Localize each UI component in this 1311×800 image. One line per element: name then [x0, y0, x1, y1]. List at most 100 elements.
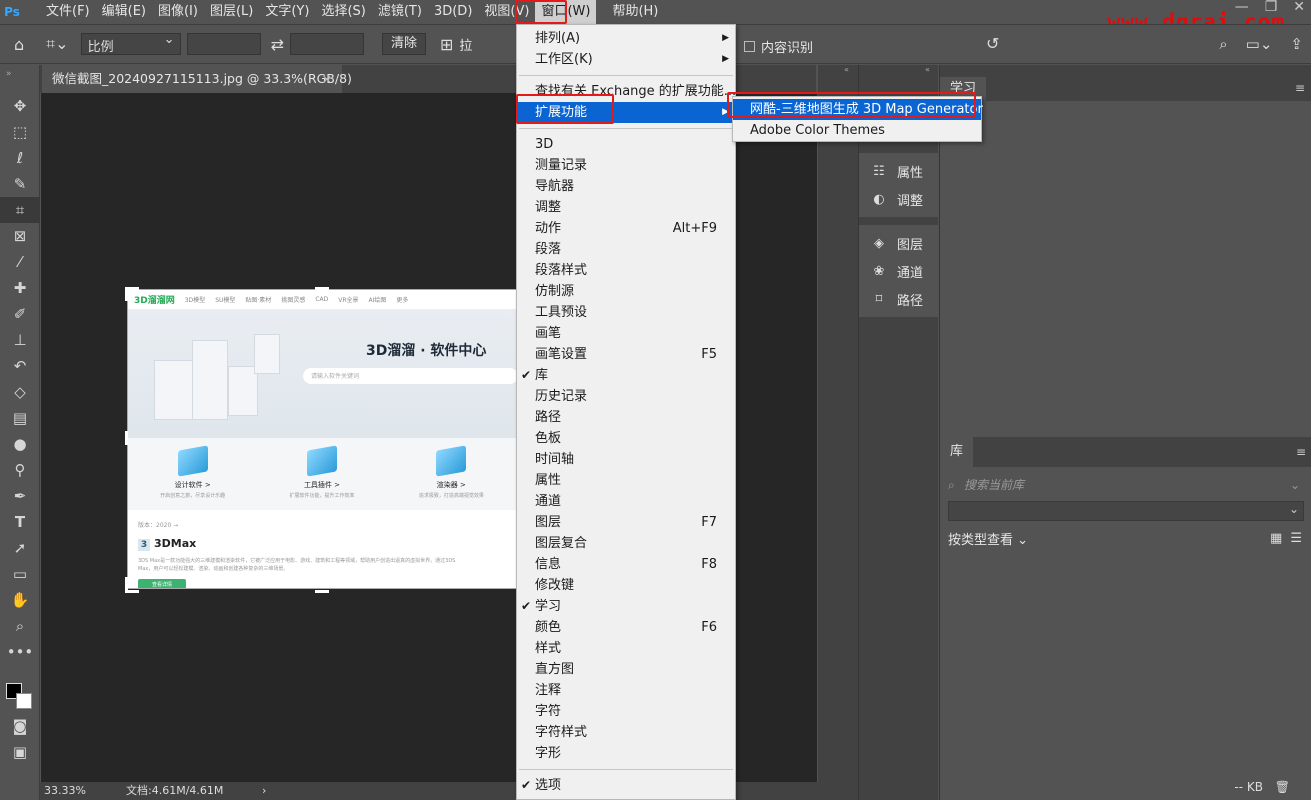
- move-tool-icon[interactable]: ✥: [0, 93, 40, 119]
- window-menu-item[interactable]: 查找有关 Exchange 的扩展功能...: [517, 81, 735, 102]
- window-menu-item[interactable]: 样式: [517, 638, 735, 659]
- toolbox-collapse-icon[interactable]: »: [0, 65, 39, 93]
- workspace-icon[interactable]: ▭⌄: [1246, 35, 1273, 53]
- menu-filter[interactable]: 滤镜(T): [372, 0, 428, 24]
- rectangle-tool-icon[interactable]: ▭: [0, 561, 40, 587]
- window-menu-item[interactable]: 排列(A) ▶: [517, 28, 735, 49]
- brush-tool-icon[interactable]: ✐: [0, 301, 40, 327]
- window-menu-item[interactable]: 动作 Alt+F9: [517, 218, 735, 239]
- reset-icon[interactable]: ↺: [986, 34, 999, 53]
- window-menu-item[interactable]: 段落: [517, 239, 735, 260]
- lasso-tool-icon[interactable]: ℓ: [0, 145, 40, 171]
- menu-3d[interactable]: 3D(D): [428, 0, 478, 24]
- window-menu-item[interactable]: 调整: [517, 197, 735, 218]
- crop-handle[interactable]: [125, 431, 128, 445]
- window-menu-item[interactable]: 字符样式: [517, 722, 735, 743]
- submenu-item-adobe-color-themes[interactable]: Adobe Color Themes: [733, 120, 981, 141]
- panel-paths[interactable]: ⌑ 路径: [859, 285, 938, 313]
- window-menu-item[interactable]: 测量记录: [517, 155, 735, 176]
- crop-handle[interactable]: [125, 577, 128, 591]
- more-tools-icon[interactable]: •••: [0, 639, 40, 665]
- background-color[interactable]: [16, 693, 32, 709]
- window-menu-item[interactable]: 历史记录: [517, 386, 735, 407]
- panel-channels[interactable]: ❀ 通道: [859, 257, 938, 285]
- clone-stamp-tool-icon[interactable]: ⊥: [0, 327, 40, 353]
- frame-tool-icon[interactable]: ⊠: [0, 223, 40, 249]
- document-tab[interactable]: 微信截图_20240927115113.jpg @ 33.3%(RGB/8) ×: [42, 65, 352, 93]
- window-menu-item[interactable]: 修改键: [517, 575, 735, 596]
- panel-menu-icon[interactable]: ≡: [1296, 445, 1306, 459]
- menu-edit[interactable]: 编辑(E): [96, 0, 152, 24]
- dodge-tool-icon[interactable]: ⚲: [0, 457, 40, 483]
- window-menu-item[interactable]: 属性: [517, 470, 735, 491]
- window-menu-item[interactable]: 字形: [517, 743, 735, 764]
- menu-view[interactable]: 视图(V): [478, 0, 535, 24]
- menu-image[interactable]: 图像(I): [152, 0, 204, 24]
- view-by-type[interactable]: 按类型查看 ⌄: [948, 529, 1028, 548]
- panel-properties[interactable]: ☷ 属性: [859, 157, 938, 185]
- status-arrow-icon[interactable]: ›: [262, 782, 266, 800]
- clear-button[interactable]: 清除: [381, 33, 426, 55]
- blur-tool-icon[interactable]: ●: [0, 431, 40, 457]
- color-swatches[interactable]: [0, 665, 39, 713]
- window-menu-item[interactable]: 工具预设: [517, 302, 735, 323]
- panel-menu-icon[interactable]: ≡: [1295, 81, 1305, 95]
- window-menu-item[interactable]: 3D: [517, 134, 735, 155]
- window-menu-item[interactable]: 字符: [517, 701, 735, 722]
- pen-tool-icon[interactable]: ✒: [0, 483, 40, 509]
- window-menu-item[interactable]: 仿制源: [517, 281, 735, 302]
- window-menu-item[interactable]: ✔ 学习: [517, 596, 735, 617]
- expand-panels-icon[interactable]: «: [859, 65, 938, 75]
- swap-icon[interactable]: ⇄: [271, 35, 284, 54]
- crop-tool-icon[interactable]: ⌗: [0, 197, 40, 223]
- gradient-tool-icon[interactable]: ▤: [0, 405, 40, 431]
- menu-window[interactable]: 窗口(W): [535, 0, 597, 24]
- type-tool-icon[interactable]: T: [0, 509, 40, 535]
- window-menu-item[interactable]: ✔ 库: [517, 365, 735, 386]
- window-menu-item[interactable]: 工作区(K) ▶: [517, 49, 735, 70]
- window-menu-item[interactable]: 图层 F7: [517, 512, 735, 533]
- window-menu-item[interactable]: 路径: [517, 407, 735, 428]
- history-brush-tool-icon[interactable]: ↶: [0, 353, 40, 379]
- menu-help[interactable]: 帮助(H): [606, 0, 664, 24]
- tab-library[interactable]: 库: [940, 437, 974, 467]
- window-menu-item[interactable]: 图层复合: [517, 533, 735, 554]
- close-tab-icon[interactable]: ×: [322, 65, 332, 93]
- menu-select[interactable]: 选择(S): [315, 0, 371, 24]
- healing-brush-tool-icon[interactable]: ✚: [0, 275, 40, 301]
- window-menu-item[interactable]: 颜色 F6: [517, 617, 735, 638]
- zoom-tool-icon[interactable]: ⌕: [0, 613, 40, 639]
- window-menu-item[interactable]: 时间轴: [517, 449, 735, 470]
- window-menu-item[interactable]: 段落样式: [517, 260, 735, 281]
- content-aware-checkbox[interactable]: 内容识别: [744, 37, 813, 56]
- panel-layers[interactable]: ◈ 图层: [859, 229, 938, 257]
- window-menu-item[interactable]: 导航器: [517, 176, 735, 197]
- window-menu-item[interactable]: 直方图: [517, 659, 735, 680]
- screen-mode-icon[interactable]: ▣: [0, 739, 40, 765]
- submenu-item-3d-map-generator[interactable]: 网酷-三维地图生成 3D Map Generator: [733, 99, 983, 120]
- menu-file[interactable]: 文件(F): [40, 0, 96, 24]
- crop-handle[interactable]: [315, 590, 329, 593]
- chevron-down-icon[interactable]: ⌄: [1290, 475, 1300, 495]
- window-menu-item[interactable]: 画笔设置 F5: [517, 344, 735, 365]
- crop-handle[interactable]: [315, 287, 329, 290]
- window-menu-item[interactable]: 通道: [517, 491, 735, 512]
- hand-tool-icon[interactable]: ✋: [0, 587, 40, 613]
- zoom-level[interactable]: 33.33%: [44, 782, 86, 800]
- ratio-height-field[interactable]: [289, 33, 364, 55]
- library-search-input[interactable]: ⌕ 搜索当前库 ⌄: [948, 475, 1304, 495]
- eraser-tool-icon[interactable]: ◇: [0, 379, 40, 405]
- ratio-width-field[interactable]: [186, 33, 261, 55]
- grid-view-icon[interactable]: ▦: [1270, 531, 1282, 546]
- crop-tool-preset-icon[interactable]: ⌗⌄: [46, 34, 68, 54]
- window-menu-item[interactable]: 扩展功能 ▶: [517, 102, 735, 123]
- trash-icon[interactable]: 🗑: [1275, 780, 1290, 794]
- panel-adjustments[interactable]: ◐ 调整: [859, 185, 938, 213]
- window-menu-item[interactable]: 色板: [517, 428, 735, 449]
- ratio-select[interactable]: 比例: [80, 32, 181, 55]
- list-view-icon[interactable]: ☰: [1290, 531, 1302, 546]
- crop-handle[interactable]: [125, 287, 128, 301]
- quick-mask-icon[interactable]: ◙: [0, 713, 40, 739]
- straighten-icon[interactable]: ⊞: [440, 35, 453, 54]
- window-menu-item[interactable]: ✔ 选项: [517, 775, 735, 796]
